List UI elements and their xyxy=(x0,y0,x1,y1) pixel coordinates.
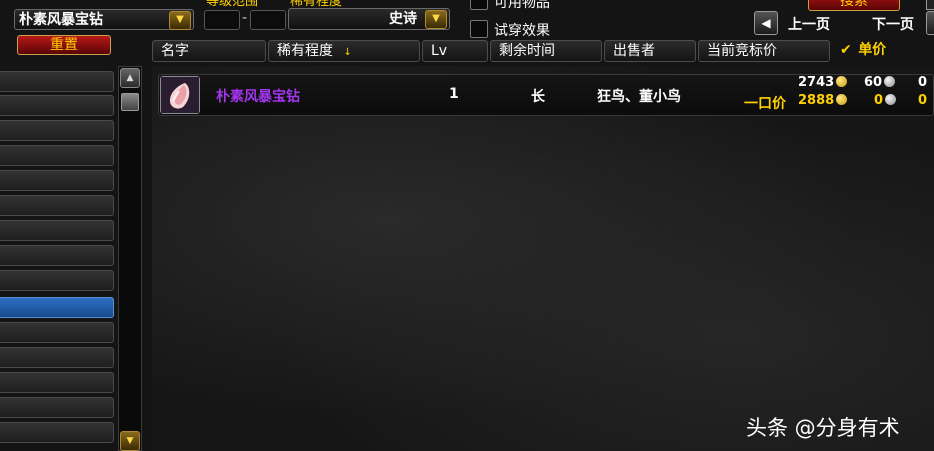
item-name[interactable]: 朴素风暴宝钻 xyxy=(216,86,300,106)
column-header-current-bid[interactable]: 当前竞标价 xyxy=(698,40,830,62)
next-page-label[interactable]: 下一页 xyxy=(872,14,914,34)
column-header-rarity-label: 稀有程度 xyxy=(277,43,333,59)
checkmark-icon: ✔ xyxy=(840,42,852,58)
column-header-time-left[interactable]: 剩余时间 xyxy=(490,40,602,62)
gold-coin-icon xyxy=(836,94,848,105)
buyout-copper: 0 xyxy=(918,93,928,108)
sort-arrow-icon: ↓ xyxy=(343,47,352,58)
preview-checkbox[interactable] xyxy=(470,20,488,38)
category-item[interactable] xyxy=(0,322,114,343)
scroll-down-icon[interactable]: ▼ xyxy=(120,431,140,451)
category-item[interactable] xyxy=(0,71,114,92)
name-label-partial: ··· xyxy=(4,0,16,3)
results-list xyxy=(152,66,934,451)
column-header-unit-price[interactable]: ✔ 单价 xyxy=(832,40,934,62)
gem-item-icon[interactable] xyxy=(160,76,200,114)
level-separator: - xyxy=(242,10,248,26)
buyout-gold: 2888 xyxy=(798,93,848,108)
level-range-label: 等级范围 xyxy=(206,0,259,9)
category-item[interactable] xyxy=(0,120,114,141)
search-button[interactable]: 搜索 xyxy=(808,0,900,11)
name-search-value: 朴素风暴宝钻 xyxy=(19,12,103,28)
buyout-label: 一口价 xyxy=(744,96,786,112)
category-item[interactable] xyxy=(0,270,114,291)
gold-coin-icon xyxy=(836,76,848,87)
category-item[interactable] xyxy=(0,245,114,266)
bid-copper: 0 xyxy=(918,75,928,90)
name-search-input[interactable]: 朴素风暴宝钻 ▼ xyxy=(14,9,194,30)
column-header-seller[interactable]: 出售者 xyxy=(604,40,696,62)
column-header-level[interactable]: Lv xyxy=(422,40,488,62)
category-item[interactable] xyxy=(0,347,114,368)
buyout-gold-amount: 2888 xyxy=(798,93,835,108)
category-item[interactable] xyxy=(0,95,114,116)
column-header-name[interactable]: 名字 xyxy=(152,40,266,62)
scroll-up-icon[interactable]: ▲ xyxy=(120,68,140,88)
bid-silver-amount: 60 xyxy=(864,75,883,90)
category-item[interactable] xyxy=(0,372,114,393)
preview-label: 试穿效果 xyxy=(494,23,550,39)
silver-coin-icon xyxy=(884,76,896,87)
silver-coin-icon xyxy=(885,94,897,105)
max-level-input[interactable] xyxy=(250,10,286,30)
next-page-arrow-icon[interactable] xyxy=(926,11,934,35)
unit-price-label: 单价 xyxy=(858,42,887,58)
chevron-down-icon[interactable]: ▼ xyxy=(425,10,447,29)
usable-items-label: 可用物品 xyxy=(494,0,550,11)
watermark: 头条 @分身有术 xyxy=(746,416,900,440)
category-item[interactable] xyxy=(0,220,114,241)
item-time-left: 长 xyxy=(531,89,545,105)
rarity-value: 史诗 xyxy=(389,11,417,27)
buyout-silver: 0 xyxy=(874,93,897,108)
scroll-thumb[interactable] xyxy=(121,93,139,111)
prev-page-arrow-icon[interactable]: ◀ xyxy=(754,11,778,35)
usable-items-checkbox[interactable] xyxy=(470,0,488,10)
reset-button[interactable]: 重置 xyxy=(17,35,111,55)
category-item[interactable] xyxy=(0,195,114,216)
category-item[interactable] xyxy=(0,145,114,166)
category-item[interactable] xyxy=(0,397,114,418)
category-item[interactable] xyxy=(0,422,114,443)
column-header-rarity[interactable]: 稀有程度 ↓ xyxy=(268,40,420,62)
prev-page-label[interactable]: 上一页 xyxy=(788,14,830,34)
min-level-input[interactable] xyxy=(204,10,240,30)
category-scrollbar[interactable] xyxy=(118,66,142,451)
chevron-down-icon[interactable]: ▼ xyxy=(169,11,191,30)
bid-silver: 60 xyxy=(864,75,896,90)
close-icon[interactable] xyxy=(926,0,934,10)
item-level: 1 xyxy=(449,86,459,102)
bid-gold-amount: 2743 xyxy=(798,75,835,90)
buyout-silver-amount: 0 xyxy=(874,93,884,108)
category-item-selected[interactable] xyxy=(0,297,114,318)
bid-gold: 2743 xyxy=(798,75,848,90)
item-seller: 狂鸟、董小鸟 xyxy=(597,89,681,105)
rarity-dropdown[interactable]: 史诗 ▼ xyxy=(288,8,450,30)
category-item[interactable] xyxy=(0,170,114,191)
